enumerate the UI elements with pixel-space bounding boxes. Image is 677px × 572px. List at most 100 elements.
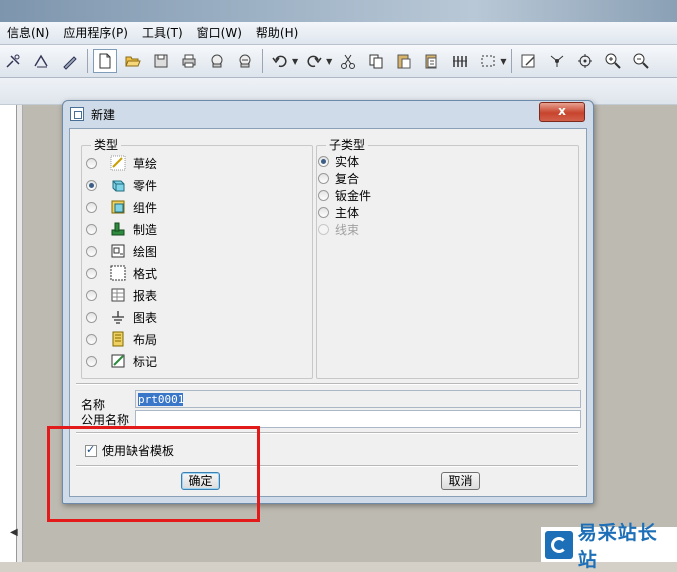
dialog-window-icon — [70, 107, 84, 121]
type-option-5[interactable]: 格式 — [86, 264, 157, 282]
type-option-4[interactable]: 绘图 — [86, 242, 157, 260]
type-radio[interactable] — [86, 311, 97, 323]
type-option-6[interactable]: 报表 — [86, 286, 157, 304]
redo-icon[interactable] — [302, 49, 326, 73]
report-icon — [110, 287, 126, 303]
subtype-radio[interactable] — [318, 206, 329, 218]
type-option-0[interactable]: 草绘 — [86, 154, 157, 172]
watermark: 易采站长站 — [541, 522, 677, 571]
diagram-icon — [110, 309, 126, 325]
type-radio[interactable] — [86, 179, 97, 191]
type-option-9[interactable]: 标记 — [86, 352, 157, 370]
type-option-8[interactable]: 布局 — [86, 330, 157, 348]
subtype-option-label: 实体 — [335, 154, 360, 169]
name-input[interactable] — [135, 390, 581, 408]
type-option-label: 格式 — [133, 266, 158, 281]
type-option-2[interactable]: 组件 — [86, 198, 157, 216]
type-option-3[interactable]: 制造 — [86, 220, 157, 238]
print-icon[interactable] — [177, 49, 201, 73]
datum-icon[interactable] — [30, 49, 54, 73]
separator — [76, 383, 578, 385]
layout-icon — [110, 331, 126, 347]
subtype-option-2[interactable]: 钣金件 — [318, 186, 371, 204]
subtype-option-0[interactable]: 实体 — [318, 152, 359, 170]
zoom-in-icon[interactable] — [601, 49, 625, 73]
subtype-radio — [318, 223, 329, 235]
common-name-label: 公用名称 — [81, 413, 130, 427]
type-radio[interactable] — [86, 333, 97, 345]
send-alt-icon[interactable] — [233, 49, 257, 73]
subtype-option-3[interactable]: 主体 — [318, 203, 359, 221]
dialog-title-bar[interactable]: 新建 x — [63, 101, 593, 127]
redo-dropdown-icon[interactable]: ▼ — [326, 57, 332, 66]
subtype-radio[interactable] — [318, 172, 329, 184]
type-radio[interactable] — [86, 157, 97, 169]
format-icon — [110, 265, 126, 281]
subtype-option-label: 钣金件 — [335, 188, 372, 203]
regenerate-icon[interactable] — [448, 49, 472, 73]
type-option-label: 标记 — [133, 354, 158, 369]
cancel-button[interactable]: 取消 — [441, 472, 480, 490]
subtype-option-label: 复合 — [335, 171, 360, 186]
edit-icon[interactable] — [517, 49, 541, 73]
type-group-label: 类型 — [91, 138, 122, 152]
type-option-label: 图表 — [133, 310, 158, 325]
menu-help[interactable]: 帮助(H) — [249, 22, 305, 44]
part-icon — [110, 177, 126, 193]
toolbar-separator — [262, 49, 263, 73]
watermark-text: 易采站长站 — [577, 521, 658, 571]
assembly-icon — [110, 199, 126, 215]
cut-icon[interactable] — [336, 49, 360, 73]
annotation-highlight-box — [47, 426, 260, 522]
datum-point-icon[interactable] — [545, 49, 569, 73]
type-option-label: 草绘 — [133, 156, 158, 171]
type-radio[interactable] — [86, 245, 97, 257]
type-radio[interactable] — [86, 289, 97, 301]
subtype-option-1[interactable]: 复合 — [318, 169, 359, 187]
menu-applications[interactable]: 应用程序(P) — [56, 22, 135, 44]
select-box-icon[interactable] — [476, 49, 500, 73]
paste-special-icon[interactable] — [420, 49, 444, 73]
undo-icon[interactable] — [268, 49, 292, 73]
type-radio[interactable] — [86, 201, 97, 213]
menu-tools[interactable]: 工具(T) — [135, 22, 190, 44]
copy-icon[interactable] — [364, 49, 388, 73]
subtype-option-label: 线束 — [335, 222, 360, 237]
select-dropdown-icon[interactable]: ▼ — [500, 57, 506, 66]
subtype-group-label: 子类型 — [326, 138, 369, 152]
watermark-logo-icon — [545, 530, 573, 559]
open-folder-icon[interactable] — [121, 49, 145, 73]
drawing-icon — [110, 243, 126, 259]
type-option-1[interactable]: 零件 — [86, 176, 157, 194]
window-title-bar — [0, 0, 677, 22]
new-file-icon[interactable] — [93, 49, 117, 73]
zoom-out-icon[interactable] — [629, 49, 653, 73]
navigator-pane — [0, 105, 17, 562]
send-icon[interactable] — [205, 49, 229, 73]
type-radio[interactable] — [86, 355, 97, 367]
subtype-radio[interactable] — [318, 189, 329, 201]
type-option-label: 布局 — [133, 332, 158, 347]
sketch-icon — [110, 155, 126, 171]
menu-info[interactable]: 信息(N) — [0, 22, 56, 44]
chevron-left-icon[interactable]: ◀ — [10, 527, 18, 538]
type-radio[interactable] — [86, 267, 97, 279]
spin-icon[interactable] — [573, 49, 597, 73]
menu-window[interactable]: 窗口(W) — [190, 22, 249, 44]
subtype-radio[interactable] — [318, 155, 329, 167]
subtype-option-label: 主体 — [335, 205, 360, 220]
draw-icon[interactable] — [2, 49, 26, 73]
markup-icon — [110, 353, 126, 369]
paste-icon[interactable] — [392, 49, 416, 73]
save-icon[interactable] — [149, 49, 173, 73]
type-radio[interactable] — [86, 223, 97, 235]
type-option-label: 制造 — [133, 222, 158, 237]
main-toolbar: ▼ ▼ ▼ — [0, 45, 677, 78]
type-option-label: 绘图 — [133, 244, 158, 259]
undo-dropdown-icon[interactable]: ▼ — [292, 57, 298, 66]
pen-icon[interactable] — [58, 49, 82, 73]
type-option-7[interactable]: 图表 — [86, 308, 157, 326]
subtype-option-4: 线束 — [318, 220, 359, 238]
close-button[interactable]: x — [539, 102, 585, 122]
type-option-label: 零件 — [133, 178, 158, 193]
